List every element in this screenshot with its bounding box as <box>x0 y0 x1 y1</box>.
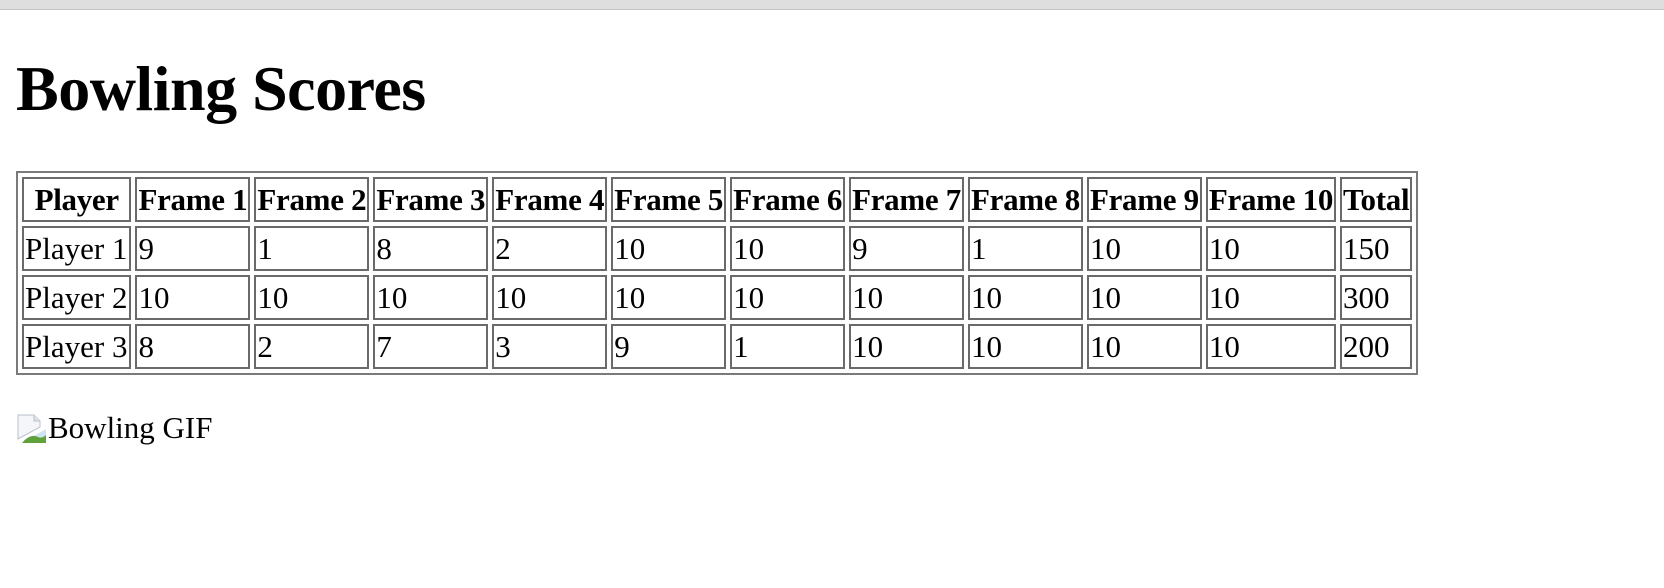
frame-score-cell: 10 <box>849 275 965 320</box>
frame-score-cell: 10 <box>968 324 1083 369</box>
column-header: Frame 10 <box>1205 177 1337 222</box>
frame-score-cell: 10 <box>492 275 608 320</box>
frame-score-cell: 10 <box>1086 275 1202 320</box>
frame-score-cell: 10 <box>730 226 846 271</box>
browser-top-edge <box>0 0 1664 10</box>
player-name-cell: Player 3 <box>22 324 132 369</box>
frame-score-cell: 8 <box>373 226 489 271</box>
frame-score-cell: 10 <box>1205 324 1337 369</box>
frame-score-cell: 1 <box>254 226 370 271</box>
frame-score-cell: 10 <box>611 275 727 320</box>
page-content: Bowling Scores Player Frame 1 Frame 2 Fr… <box>16 52 1419 445</box>
column-header: Frame 8 <box>968 177 1083 222</box>
frame-score-cell: 10 <box>968 275 1083 320</box>
frame-score-cell: 10 <box>1086 324 1202 369</box>
frame-score-cell: 10 <box>135 275 251 320</box>
scores-table: Player Frame 1 Frame 2 Frame 3 Frame 4 F… <box>16 171 1419 375</box>
total-score-cell: 300 <box>1340 275 1413 320</box>
frame-score-cell: 10 <box>1205 226 1337 271</box>
frame-score-cell: 8 <box>135 324 251 369</box>
frame-score-cell: 10 <box>849 324 965 369</box>
image-alt-text: Bowling GIF <box>48 410 213 445</box>
frame-score-cell: 10 <box>1205 275 1337 320</box>
frame-score-cell: 1 <box>730 324 846 369</box>
frame-score-cell: 10 <box>730 275 846 320</box>
column-header: Frame 7 <box>849 177 965 222</box>
column-header: Player <box>22 177 132 222</box>
frame-score-cell: 1 <box>968 226 1083 271</box>
column-header: Frame 3 <box>373 177 489 222</box>
column-header: Frame 4 <box>492 177 608 222</box>
total-score-cell: 150 <box>1340 226 1413 271</box>
frame-score-cell: 2 <box>492 226 608 271</box>
frame-score-cell: 9 <box>611 324 727 369</box>
page-title: Bowling Scores <box>16 53 426 124</box>
player-name-cell: Player 2 <box>22 275 132 320</box>
frame-score-cell: 3 <box>492 324 608 369</box>
bowling-gif-image: Bowling GIF <box>16 410 1418 445</box>
frame-score-cell: 9 <box>849 226 965 271</box>
column-header: Frame 1 <box>135 177 251 222</box>
frame-score-cell: 10 <box>373 275 489 320</box>
frame-score-cell: 9 <box>135 226 251 271</box>
column-header: Frame 9 <box>1086 177 1202 222</box>
broken-image-icon <box>16 413 46 443</box>
table-row: Player 1 9 1 8 2 10 10 9 1 10 10 150 <box>22 226 1413 271</box>
column-header: Frame 6 <box>730 177 846 222</box>
frame-score-cell: 2 <box>254 324 370 369</box>
frame-score-cell: 10 <box>254 275 370 320</box>
column-header: Frame 5 <box>611 177 727 222</box>
table-row: Player 2 10 10 10 10 10 10 10 10 10 10 3… <box>22 275 1413 320</box>
table-header-row: Player Frame 1 Frame 2 Frame 3 Frame 4 F… <box>22 177 1413 222</box>
player-name-cell: Player 1 <box>22 226 132 271</box>
frame-score-cell: 7 <box>373 324 489 369</box>
total-score-cell: 200 <box>1340 324 1413 369</box>
table-row: Player 3 8 2 7 3 9 1 10 10 10 10 200 <box>22 324 1413 369</box>
column-header: Frame 2 <box>254 177 370 222</box>
frame-score-cell: 10 <box>1086 226 1202 271</box>
column-header: Total <box>1340 177 1413 222</box>
frame-score-cell: 10 <box>611 226 727 271</box>
